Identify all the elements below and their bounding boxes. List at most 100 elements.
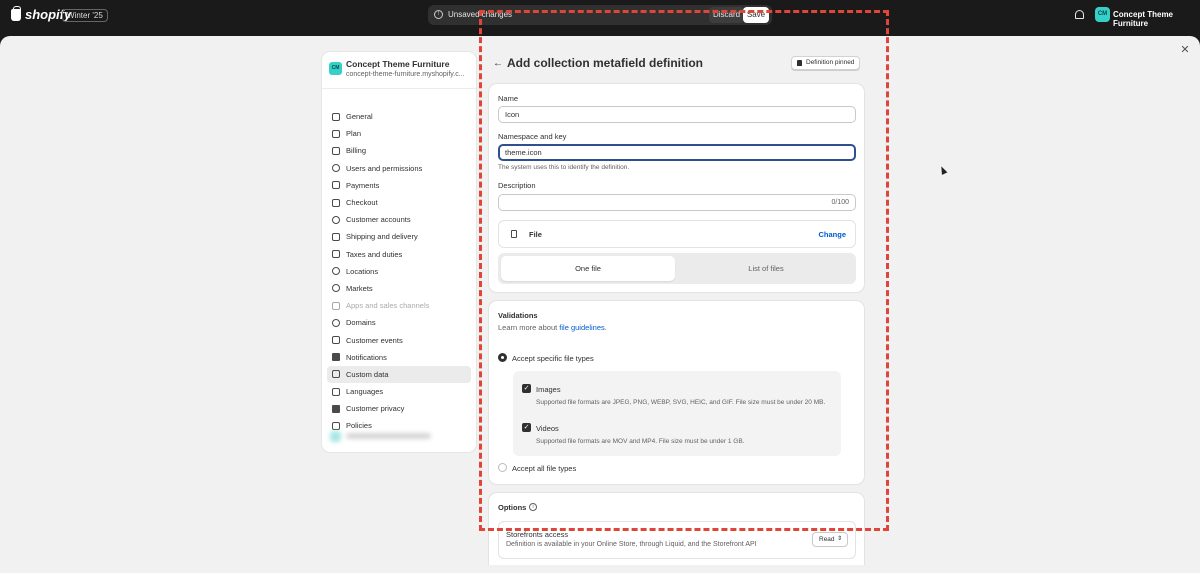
storefront-access-row: Storefronts access Definition is availab… <box>498 521 856 559</box>
validations-learn-more: Learn more about file guidelines. <box>498 323 607 332</box>
change-type-link[interactable]: Change <box>818 230 846 239</box>
sidebar-item-billing[interactable]: Billing <box>327 142 471 159</box>
billing-icon <box>332 146 340 155</box>
sidebar-item-apps[interactable]: Apps and sales channels <box>327 297 471 314</box>
sidebar-item-label: Markets <box>346 283 373 293</box>
namespace-key-input[interactable]: theme.icon <box>498 144 856 161</box>
info-icon: ! <box>434 10 443 19</box>
sidebar-item-customer-events[interactable]: Customer events <box>327 331 471 348</box>
file-count-segmented-control: One file List of files <box>498 253 856 284</box>
list-of-files-option[interactable]: List of files <box>679 256 853 281</box>
description-input[interactable]: 0/100 <box>498 194 856 211</box>
sidebar-item-languages[interactable]: Languages <box>327 383 471 400</box>
sidebar-item-label: General <box>346 112 373 122</box>
language-icon <box>332 387 340 396</box>
accept-specific-radio[interactable] <box>498 353 507 362</box>
settings-sidebar: CM Concept Theme Furniture concept-theme… <box>322 52 476 452</box>
videos-desc: Supported file formats are MOV and MP4. … <box>536 438 745 445</box>
definition-pinned-button[interactable]: Definition pinned <box>791 56 861 70</box>
sidebar-item-checkout[interactable]: Checkout <box>327 194 471 211</box>
settings-modal: ✕ CM Concept Theme Furniture concept-the… <box>0 36 1200 573</box>
top-bar: shopify Winter '25 ! Unsaved changes Dis… <box>0 0 1200 30</box>
file-guidelines-link[interactable]: file guidelines <box>559 323 604 332</box>
type-label: File <box>529 230 542 239</box>
sidebar-item-markets[interactable]: Markets <box>327 280 471 297</box>
type-row: File Change <box>498 220 856 248</box>
accept-all-radio[interactable] <box>498 463 507 472</box>
truck-icon <box>332 232 340 241</box>
videos-label[interactable]: Videos <box>536 424 559 433</box>
videos-checkbox[interactable]: ✓ <box>522 423 531 432</box>
images-checkbox[interactable]: ✓ <box>522 384 531 393</box>
sidebar-item-customer-privacy[interactable]: Customer privacy <box>327 400 471 417</box>
sidebar-item-notifications[interactable]: Notifications <box>327 349 471 366</box>
sidebar-item-label: Customer privacy <box>346 404 405 414</box>
sidebar-item-shipping[interactable]: Shipping and delivery <box>327 228 471 245</box>
globe-icon <box>332 284 340 293</box>
store-avatar-small: CM <box>329 62 342 75</box>
sidebar-item-label: Plan <box>346 129 362 139</box>
sidebar-item-taxes[interactable]: Taxes and duties <box>327 246 471 263</box>
back-arrow-icon[interactable]: ← <box>493 58 503 69</box>
sidebar-item-label: Billing <box>346 146 367 156</box>
sidebar-item-label: Users and permissions <box>346 163 423 173</box>
account-row-blurred[interactable] <box>330 430 440 442</box>
storefront-title: Storefronts access <box>506 530 569 539</box>
page-header: ← Add collection metafield definition De… <box>491 56 871 74</box>
notifications-bell-icon[interactable] <box>1075 10 1084 19</box>
options-title: Options <box>498 503 527 512</box>
sidebar-item-label: Domains <box>346 318 376 328</box>
definition-card: Name Icon Namespace and key theme.icon T… <box>489 84 864 292</box>
name-label: Name <box>498 94 519 103</box>
sidebar-item-domains[interactable]: Domains <box>327 314 471 331</box>
settings-nav: General Plan Billing Users and permissio… <box>327 108 471 435</box>
store-name[interactable]: Concept Theme Furniture <box>1113 10 1200 28</box>
users-icon <box>332 164 340 173</box>
sidebar-item-customer-accounts[interactable]: Customer accounts <box>327 211 471 228</box>
info-icon[interactable]: i <box>529 503 537 511</box>
lock-icon <box>332 404 340 413</box>
name-input[interactable]: Icon <box>498 106 856 123</box>
one-file-option[interactable]: One file <box>501 256 675 281</box>
data-icon <box>332 370 340 379</box>
store-avatar[interactable]: CM <box>1095 7 1110 22</box>
sidebar-item-users[interactable]: Users and permissions <box>327 160 471 177</box>
sidebar-item-custom-data[interactable]: Custom data <box>327 365 471 383</box>
sidebar-item-payments[interactable]: Payments <box>327 177 471 194</box>
sidebar-item-general[interactable]: General <box>327 108 471 125</box>
save-button[interactable]: Save <box>743 7 769 23</box>
images-desc: Supported file formats are JPEG, PNG, WE… <box>536 399 826 406</box>
policy-icon <box>332 421 340 430</box>
main-content: ← Add collection metafield definition De… <box>481 47 887 565</box>
sidebar-item-label: Customer accounts <box>346 215 411 225</box>
apps-icon <box>332 301 340 310</box>
pin-icon <box>797 60 802 66</box>
discard-button[interactable]: Discard <box>709 7 745 23</box>
shopify-bag-icon <box>11 5 21 21</box>
sidebar-item-label: Custom data <box>346 369 389 379</box>
storefront-desc: Definition is available in your Online S… <box>506 541 757 548</box>
sidebar-item-label: Apps and sales channels <box>346 301 430 311</box>
person-icon <box>332 215 340 224</box>
sidebar-item-label: Notifications <box>346 352 387 362</box>
close-icon[interactable]: ✕ <box>1177 42 1193 58</box>
namespace-label: Namespace and key <box>498 132 567 141</box>
bell-icon <box>332 353 340 362</box>
accept-all-label[interactable]: Accept all file types <box>512 464 576 473</box>
sidebar-item-label: Shipping and delivery <box>346 232 418 242</box>
accept-specific-label[interactable]: Accept specific file types <box>512 354 594 363</box>
sidebar-item-label: Payments <box>346 180 380 190</box>
namespace-hint: The system uses this to identify the def… <box>498 164 630 171</box>
sidebar-item-label: Languages <box>346 387 384 397</box>
pinned-label: Definition pinned <box>806 59 855 66</box>
payments-icon <box>332 181 340 190</box>
store-header[interactable]: CM Concept Theme Furniture concept-theme… <box>322 52 476 89</box>
events-icon <box>332 336 340 345</box>
domain-icon <box>332 318 340 327</box>
images-label[interactable]: Images <box>536 385 561 394</box>
sidebar-item-locations[interactable]: Locations <box>327 263 471 280</box>
sidebar-item-label: Locations <box>346 266 379 276</box>
sidebar-item-plan[interactable]: Plan <box>327 125 471 142</box>
access-select[interactable]: Read ⇕ <box>812 532 848 547</box>
validations-card: Validations Learn more about file guidel… <box>489 301 864 484</box>
